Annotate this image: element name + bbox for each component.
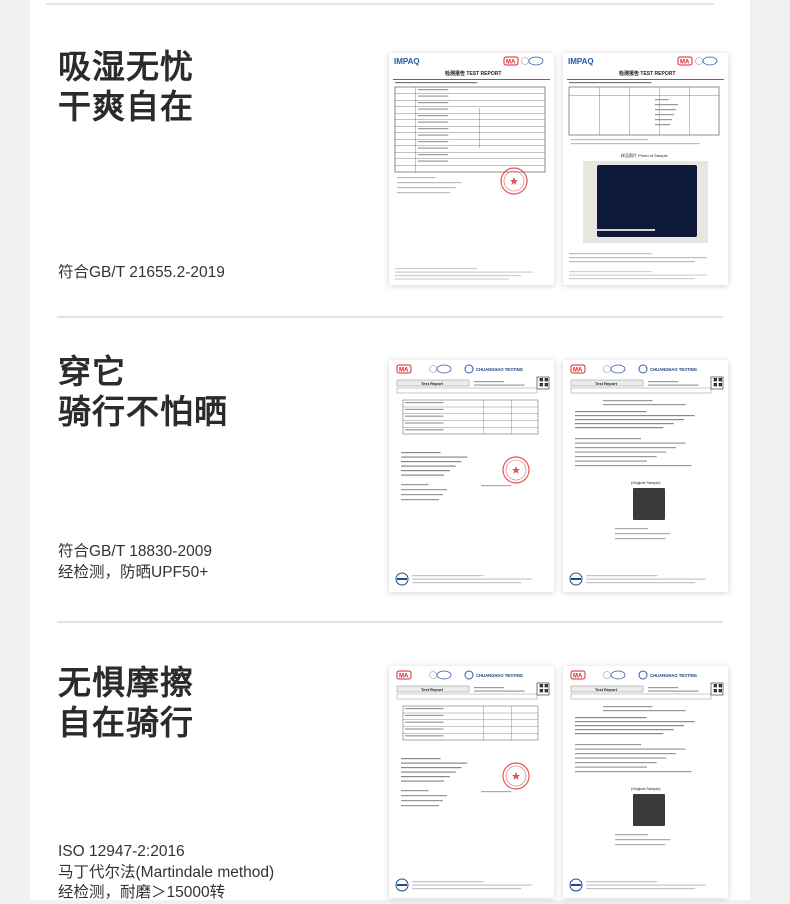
note-line: 符合GB/T 21655.2-2019 [58, 263, 225, 284]
test-report-doc: MA CHUANGHAO TESTING Test Report (Original … [563, 360, 728, 592]
section-headline: 吸湿无忧 干爽自在 [58, 47, 194, 127]
photo-caption: 样品照片 Photo of Sample [621, 152, 668, 158]
headline-line: 无惧摩擦 [58, 663, 194, 703]
doc-title: 检测报告 TEST REPORT [445, 70, 501, 77]
page-card: 吸湿无忧 干爽自在 符合GB/T 21655.2-2019 IMPAQ MA 检测报… [30, 0, 750, 900]
fabric-sample [597, 165, 697, 237]
impaq-brand: IMPAQ [394, 57, 420, 66]
note-line: 经检测，耐磨＞15000转 [58, 883, 274, 904]
test-report-doc: MA CHUANGHAO TESTING Test Report [389, 360, 554, 592]
svg-text:MA: MA [573, 674, 583, 680]
test-report-doc: MA CHUANGHAO TESTING Test Report (Original … [563, 666, 728, 898]
note-line: ISO 12947-2:2016 [58, 842, 274, 863]
note-line: 经检测，防晒UPF50+ [58, 563, 212, 584]
svg-text:MA: MA [680, 60, 690, 66]
test-report-doc: MA CHUANGHAO TESTING Test Report [389, 666, 554, 898]
photo-caption: (Original Sample) [631, 481, 661, 485]
section-moisture: 吸湿无忧 干爽自在 符合GB/T 21655.2-2019 IMPAQ MA 检测报… [30, 0, 750, 318]
headline-line: 穿它 [58, 352, 228, 392]
svg-text:MA: MA [399, 368, 409, 374]
chuanghao-brand: CHUANGHAO TESTING [476, 367, 523, 372]
test-report-doc: IMPAQ MA 检测报告 TEST REPORT [389, 53, 554, 285]
doc-title: Test Report [421, 687, 444, 692]
photo-caption: (Original Sample) [631, 787, 661, 791]
section-headline: 穿它 骑行不怕晒 [58, 352, 228, 432]
doc-title: Test Report [595, 687, 618, 692]
test-report-doc: IMPAQ MA 检测报告 TEST REPORT 样品照片 Photo of Sam… [563, 53, 728, 285]
svg-text:MA: MA [506, 60, 516, 66]
doc-title: Test Report [421, 381, 444, 386]
headline-line: 自在骑行 [58, 703, 194, 743]
section-note: 符合GB/T 21655.2-2019 [58, 263, 225, 284]
doc-title: 检测报告 TEST REPORT [619, 70, 675, 77]
headline-line: 骑行不怕晒 [58, 392, 228, 432]
svg-text:MA: MA [399, 674, 409, 680]
section-sun-protection: 穿它 骑行不怕晒 符合GB/T 18830-2009 经检测，防晒UPF50+ … [30, 318, 750, 622]
headline-line: 干爽自在 [58, 87, 194, 127]
section-note: ISO 12947-2:2016 马丁代尔法(Martindale method… [58, 842, 274, 904]
note-line: 符合GB/T 18830-2009 [58, 542, 212, 563]
impaq-brand: IMPAQ [568, 57, 594, 66]
chuanghao-brand: CHUANGHAO TESTING [650, 673, 697, 678]
section-note: 符合GB/T 18830-2009 经检测，防晒UPF50+ [58, 542, 212, 583]
svg-text:MA: MA [573, 368, 583, 374]
section-abrasion: 无惧摩擦 自在骑行 ISO 12947-2:2016 马丁代尔法(Martind… [30, 623, 750, 900]
headline-line: 吸湿无忧 [58, 47, 194, 87]
fabric-sample [633, 488, 665, 520]
doc-title: Test Report [595, 381, 618, 386]
fabric-sample [633, 794, 665, 826]
chuanghao-brand: CHUANGHAO TESTING [650, 367, 697, 372]
section-headline: 无惧摩擦 自在骑行 [58, 663, 194, 743]
note-line: 马丁代尔法(Martindale method) [58, 863, 274, 884]
chuanghao-brand: CHUANGHAO TESTING [476, 673, 523, 678]
